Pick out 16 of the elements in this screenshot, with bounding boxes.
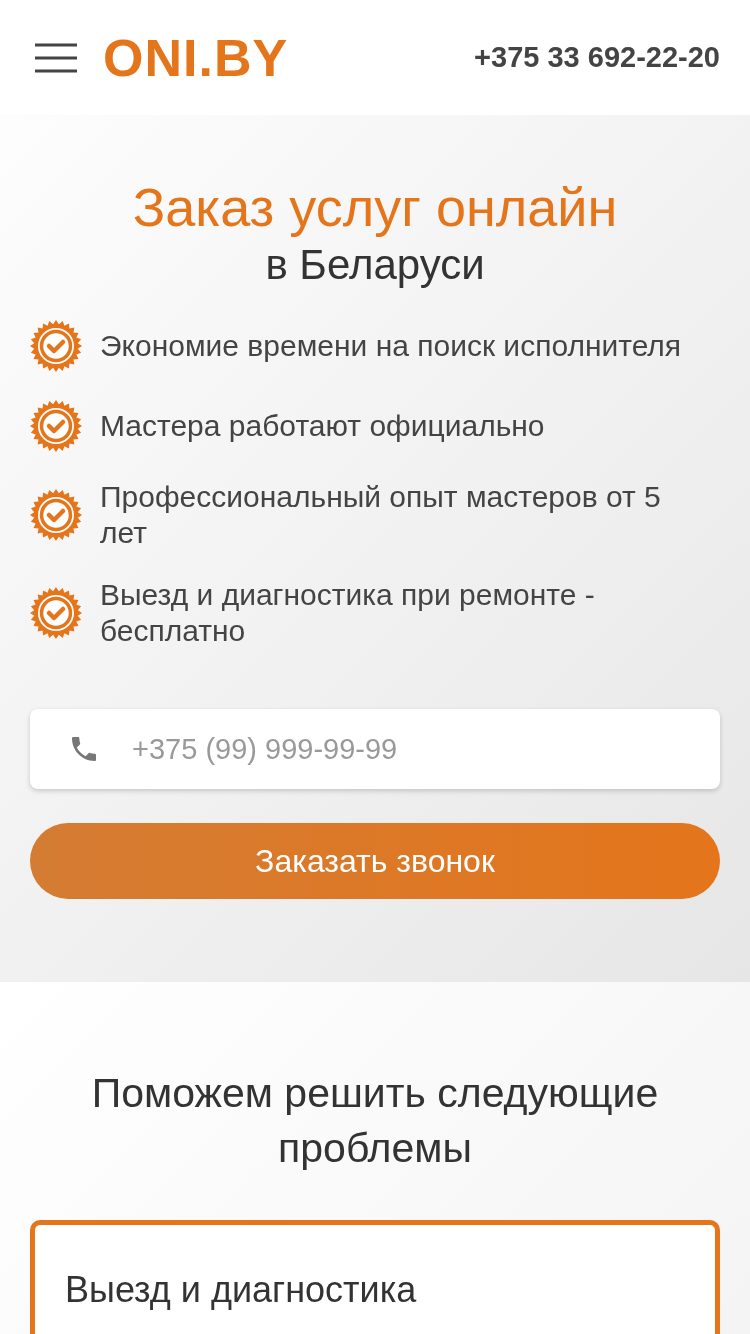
feature-text: Профессиональный опыт мастеров от 5 лет bbox=[100, 479, 662, 551]
menu-icon[interactable] bbox=[35, 41, 77, 74]
phone-field[interactable]: +375 (99) 999-99-99 bbox=[30, 709, 720, 789]
hero-subtitle: в Беларуси bbox=[264, 240, 486, 290]
feature-text: Выезд и диагностика при ремонте - бесплатно bbox=[100, 577, 596, 649]
feature-text: Мастера работают официально bbox=[100, 408, 545, 444]
section-title: Поможем решить следующие проблемы bbox=[90, 1069, 660, 1173]
check-badge-icon bbox=[30, 489, 82, 541]
check-badge-icon bbox=[30, 320, 82, 372]
phone-input[interactable]: +375 (99) 999-99-99 bbox=[130, 731, 634, 767]
feature-text: Экономие времени на поиск исполнителя bbox=[100, 328, 682, 364]
problem-card[interactable]: Выезд и диагностика bbox=[30, 1220, 720, 1334]
check-badge-icon bbox=[30, 400, 82, 452]
check-badge-icon bbox=[30, 587, 82, 639]
hero-title: Заказ услуг онлайн bbox=[131, 176, 619, 239]
phone-link[interactable]: +375 33 692-22-20 bbox=[474, 41, 720, 74]
